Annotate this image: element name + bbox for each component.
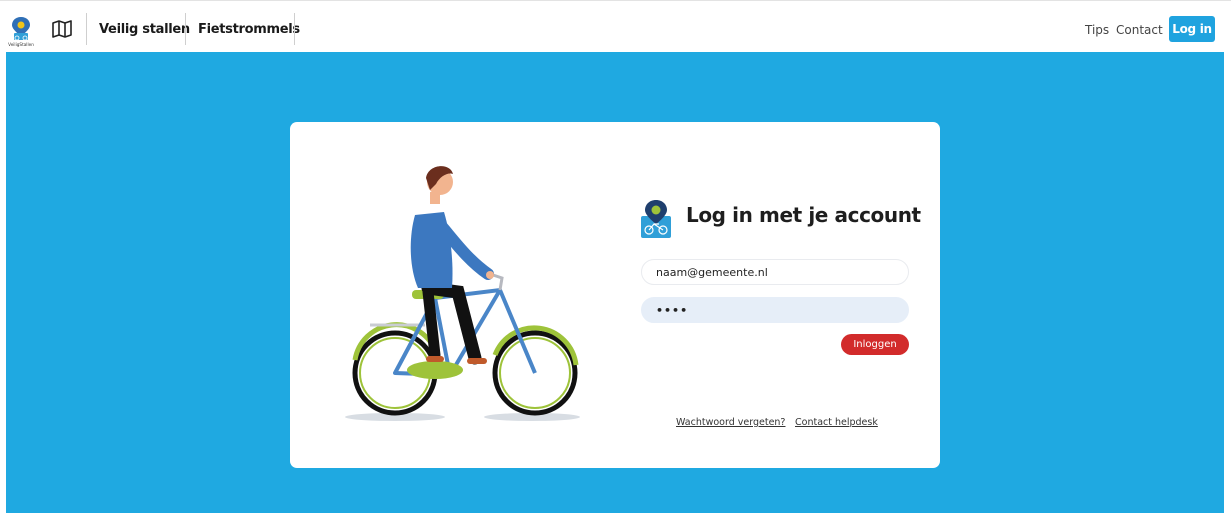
nav-link-fietstrommels[interactable]: Fietstrommels [198, 22, 300, 37]
veiligstallen-card-logo-icon [641, 200, 671, 238]
cyclist-illustration [345, 166, 580, 421]
nav-divider [86, 13, 87, 45]
forgot-password-link[interactable]: Wachtwoord vergeten? [676, 417, 785, 428]
contact-helpdesk-link[interactable]: Contact helpdesk [795, 417, 878, 428]
login-card-title: Log in met je account [686, 203, 921, 227]
logo-wordmark: VeiligStallen [8, 42, 34, 47]
nav-link-contact[interactable]: Contact [1116, 23, 1163, 37]
nav-divider [185, 13, 186, 45]
inloggen-button[interactable]: Inloggen [841, 334, 909, 355]
veiligstallen-logo-icon[interactable]: VeiligStallen [6, 15, 36, 47]
email-field[interactable]: naam@gemeente.nl [641, 259, 909, 285]
nav-link-tips[interactable]: Tips [1085, 23, 1109, 37]
map-icon[interactable] [52, 20, 72, 38]
top-navigation-bar: VeiligStallen Veilig stallen Fietstromme… [0, 0, 1231, 52]
nav-divider [294, 13, 295, 45]
nav-link-veilig-stallen[interactable]: Veilig stallen [99, 22, 190, 37]
password-field[interactable]: •••• [641, 297, 909, 323]
header-login-button[interactable]: Log in [1169, 16, 1215, 42]
